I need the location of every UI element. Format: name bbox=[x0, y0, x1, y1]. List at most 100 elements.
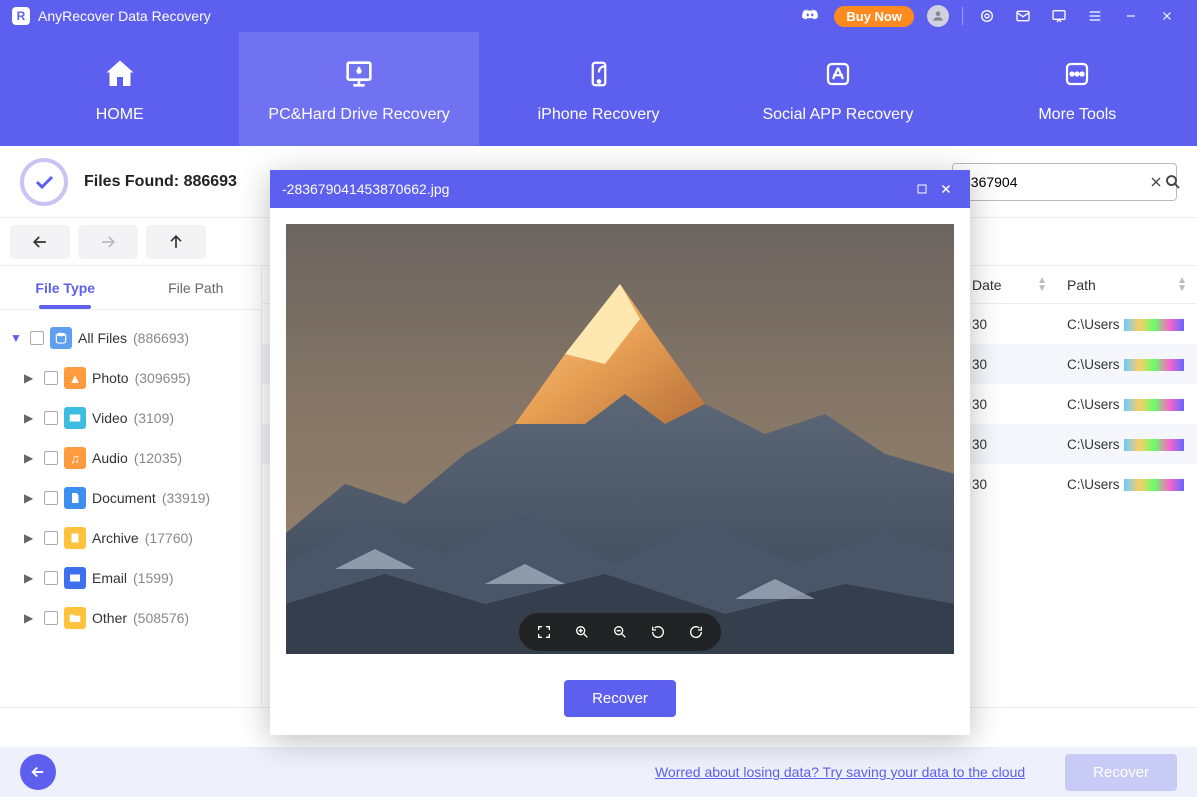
main-nav: HOME PC&Hard Drive Recovery iPhone Recov… bbox=[0, 32, 1197, 146]
footer-back-button[interactable] bbox=[20, 754, 56, 790]
chat-icon[interactable] bbox=[1047, 4, 1071, 28]
cell-date: 30 bbox=[962, 357, 1057, 372]
folder-icon bbox=[64, 607, 86, 629]
app-logo-icon: R bbox=[12, 7, 30, 25]
expand-icon[interactable]: ▶ bbox=[24, 531, 38, 545]
sort-icon: ▲▼ bbox=[1037, 277, 1047, 293]
audio-icon: ♫ bbox=[64, 447, 86, 469]
zoom-in-icon[interactable] bbox=[571, 621, 593, 643]
nav-social-label: Social APP Recovery bbox=[762, 106, 913, 124]
photo-icon: ▲ bbox=[64, 367, 86, 389]
sidebar-tabs: File Type File Path bbox=[0, 266, 261, 310]
menu-icon[interactable] bbox=[1083, 4, 1107, 28]
expand-icon[interactable]: ▶ bbox=[24, 411, 38, 425]
document-icon bbox=[64, 487, 86, 509]
back-button[interactable] bbox=[10, 225, 70, 259]
preview-close-icon[interactable] bbox=[934, 182, 958, 196]
tree-email[interactable]: ▶Email (1599) bbox=[20, 558, 255, 598]
tree-document[interactable]: ▶Document (33919) bbox=[20, 478, 255, 518]
footer: Worred about losing data? Try saving you… bbox=[0, 747, 1197, 797]
tree-label: Video bbox=[92, 410, 128, 426]
divider bbox=[962, 7, 963, 25]
preview-dialog: -283679041453870662.jpg Recover bbox=[270, 170, 970, 735]
preview-header: -283679041453870662.jpg bbox=[270, 170, 970, 208]
files-found-count: 886693 bbox=[184, 173, 237, 190]
checkbox[interactable] bbox=[30, 331, 44, 345]
tab-file-path[interactable]: File Path bbox=[131, 266, 262, 309]
cloud-backup-link[interactable]: Worred about losing data? Try saving you… bbox=[655, 764, 1025, 780]
target-icon[interactable] bbox=[975, 4, 999, 28]
nav-iphone-label: iPhone Recovery bbox=[538, 106, 660, 124]
checkbox[interactable] bbox=[44, 451, 58, 465]
preview-footer: Recover bbox=[270, 670, 970, 735]
rotate-right-icon[interactable] bbox=[685, 621, 707, 643]
checkbox[interactable] bbox=[44, 371, 58, 385]
expand-icon[interactable]: ▶ bbox=[24, 611, 38, 625]
search-icon[interactable] bbox=[1164, 171, 1182, 193]
file-tree: ▼ All Files (886693) ▶▲Photo (309695) ▶V… bbox=[0, 310, 261, 707]
avatar-icon[interactable] bbox=[926, 4, 950, 28]
tree-count: (3109) bbox=[134, 410, 174, 426]
mail-icon[interactable] bbox=[1011, 4, 1035, 28]
nav-iphone[interactable]: iPhone Recovery bbox=[479, 32, 718, 146]
col-date[interactable]: Date▲▼ bbox=[962, 266, 1057, 303]
tree-count: (886693) bbox=[133, 330, 189, 346]
preview-maximize-icon[interactable] bbox=[910, 183, 934, 195]
cell-path: C:\Users bbox=[1057, 357, 1197, 372]
checkbox[interactable] bbox=[44, 531, 58, 545]
tree-archive[interactable]: ▶Archive (17760) bbox=[20, 518, 255, 558]
nav-more[interactable]: More Tools bbox=[958, 32, 1197, 146]
checkbox[interactable] bbox=[44, 571, 58, 585]
expand-icon[interactable]: ▶ bbox=[24, 571, 38, 585]
cell-date: 30 bbox=[962, 317, 1057, 332]
preview-recover-button[interactable]: Recover bbox=[564, 680, 676, 717]
nav-more-label: More Tools bbox=[1038, 106, 1116, 124]
buy-now-button[interactable]: Buy Now bbox=[834, 6, 914, 27]
more-icon bbox=[1057, 54, 1097, 94]
checkbox[interactable] bbox=[44, 411, 58, 425]
expand-icon[interactable]: ▶ bbox=[24, 451, 38, 465]
tree-all-files[interactable]: ▼ All Files (886693) bbox=[6, 318, 255, 358]
redacted-icon bbox=[1124, 439, 1184, 451]
minimize-icon[interactable] bbox=[1119, 4, 1143, 28]
preview-image-container bbox=[270, 208, 970, 670]
forward-button[interactable] bbox=[78, 225, 138, 259]
tree-count: (12035) bbox=[134, 450, 182, 466]
preview-image bbox=[286, 224, 954, 654]
tab-file-type[interactable]: File Type bbox=[0, 266, 131, 309]
cell-date: 30 bbox=[962, 477, 1057, 492]
nav-home[interactable]: HOME bbox=[0, 32, 239, 146]
zoom-out-icon[interactable] bbox=[609, 621, 631, 643]
search-input[interactable] bbox=[959, 174, 1148, 190]
nav-social[interactable]: Social APP Recovery bbox=[718, 32, 957, 146]
monitor-icon bbox=[339, 54, 379, 94]
close-icon[interactable] bbox=[1155, 4, 1179, 28]
files-found-label: Files Found: bbox=[84, 173, 179, 190]
tree-video[interactable]: ▶ Video (3109) bbox=[20, 398, 255, 438]
tree-label: Archive bbox=[92, 530, 139, 546]
cell-date: 30 bbox=[962, 397, 1057, 412]
tree-label: Audio bbox=[92, 450, 128, 466]
checkbox[interactable] bbox=[44, 611, 58, 625]
expand-icon[interactable]: ▶ bbox=[24, 371, 38, 385]
recover-button[interactable]: Recover bbox=[1065, 754, 1177, 791]
checkbox[interactable] bbox=[44, 491, 58, 505]
search-box[interactable] bbox=[952, 163, 1177, 201]
tree-other[interactable]: ▶Other (508576) bbox=[20, 598, 255, 638]
discord-icon[interactable] bbox=[798, 4, 822, 28]
tree-audio[interactable]: ▶ ♫ Audio (12035) bbox=[20, 438, 255, 478]
video-icon bbox=[64, 407, 86, 429]
tree-photo[interactable]: ▶▲Photo (309695) bbox=[20, 358, 255, 398]
rotate-left-icon[interactable] bbox=[647, 621, 669, 643]
up-button[interactable] bbox=[146, 225, 206, 259]
nav-pc[interactable]: PC&Hard Drive Recovery bbox=[239, 32, 478, 146]
tree-label: Document bbox=[92, 490, 156, 506]
expand-icon[interactable]: ▶ bbox=[24, 491, 38, 505]
fullscreen-icon[interactable] bbox=[533, 621, 555, 643]
clear-search-icon[interactable] bbox=[1148, 171, 1164, 193]
tree-label: Other bbox=[92, 610, 127, 626]
col-path[interactable]: Path▲▼ bbox=[1057, 266, 1197, 303]
email-icon bbox=[64, 567, 86, 589]
cell-path: C:\Users bbox=[1057, 437, 1197, 452]
collapse-icon[interactable]: ▼ bbox=[10, 331, 24, 345]
